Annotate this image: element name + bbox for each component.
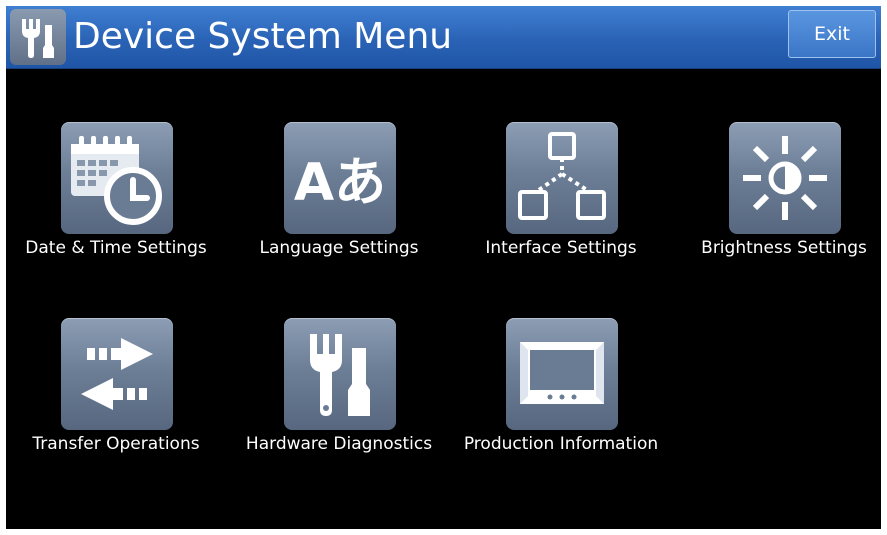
menu-item-label: Interface Settings — [485, 238, 637, 258]
menu-item-interface-settings[interactable]: Interface Settings — [451, 122, 671, 272]
page-title: Device System Menu — [73, 16, 453, 57]
menu-item-date-time-settings[interactable]: Date & Time Settings — [6, 122, 226, 272]
menu-item-label: Brightness Settings — [701, 238, 867, 258]
language-icon: Aあ — [284, 122, 396, 234]
calendar-clock-icon — [61, 122, 173, 234]
menu-item-language-settings[interactable]: Aあ Language Settings — [229, 122, 449, 272]
menu-item-production-information[interactable]: Production Information — [451, 318, 671, 468]
menu-item-label: Hardware Diagnostics — [245, 434, 433, 454]
title-bar: Device System Menu Exit — [6, 6, 881, 69]
menu-item-transfer-operations[interactable]: Transfer Operations — [6, 318, 226, 468]
menu-item-label: Production Information — [463, 434, 659, 454]
exit-button[interactable]: Exit — [788, 10, 876, 58]
tools-icon — [10, 9, 66, 65]
menu-item-label: Language Settings — [259, 238, 419, 258]
menu-item-brightness-settings[interactable]: Brightness Settings — [674, 122, 881, 272]
language-glyph: Aあ — [294, 153, 386, 213]
transfer-arrows-icon — [61, 318, 173, 430]
brightness-icon — [729, 122, 841, 234]
device-system-menu-screen: Device System Menu Exit Date & Time Sett… — [6, 6, 881, 529]
network-icon — [506, 122, 618, 234]
tools-icon — [284, 318, 396, 430]
device-panel-icon — [506, 318, 618, 430]
menu-item-hardware-diagnostics[interactable]: Hardware Diagnostics — [229, 318, 449, 468]
